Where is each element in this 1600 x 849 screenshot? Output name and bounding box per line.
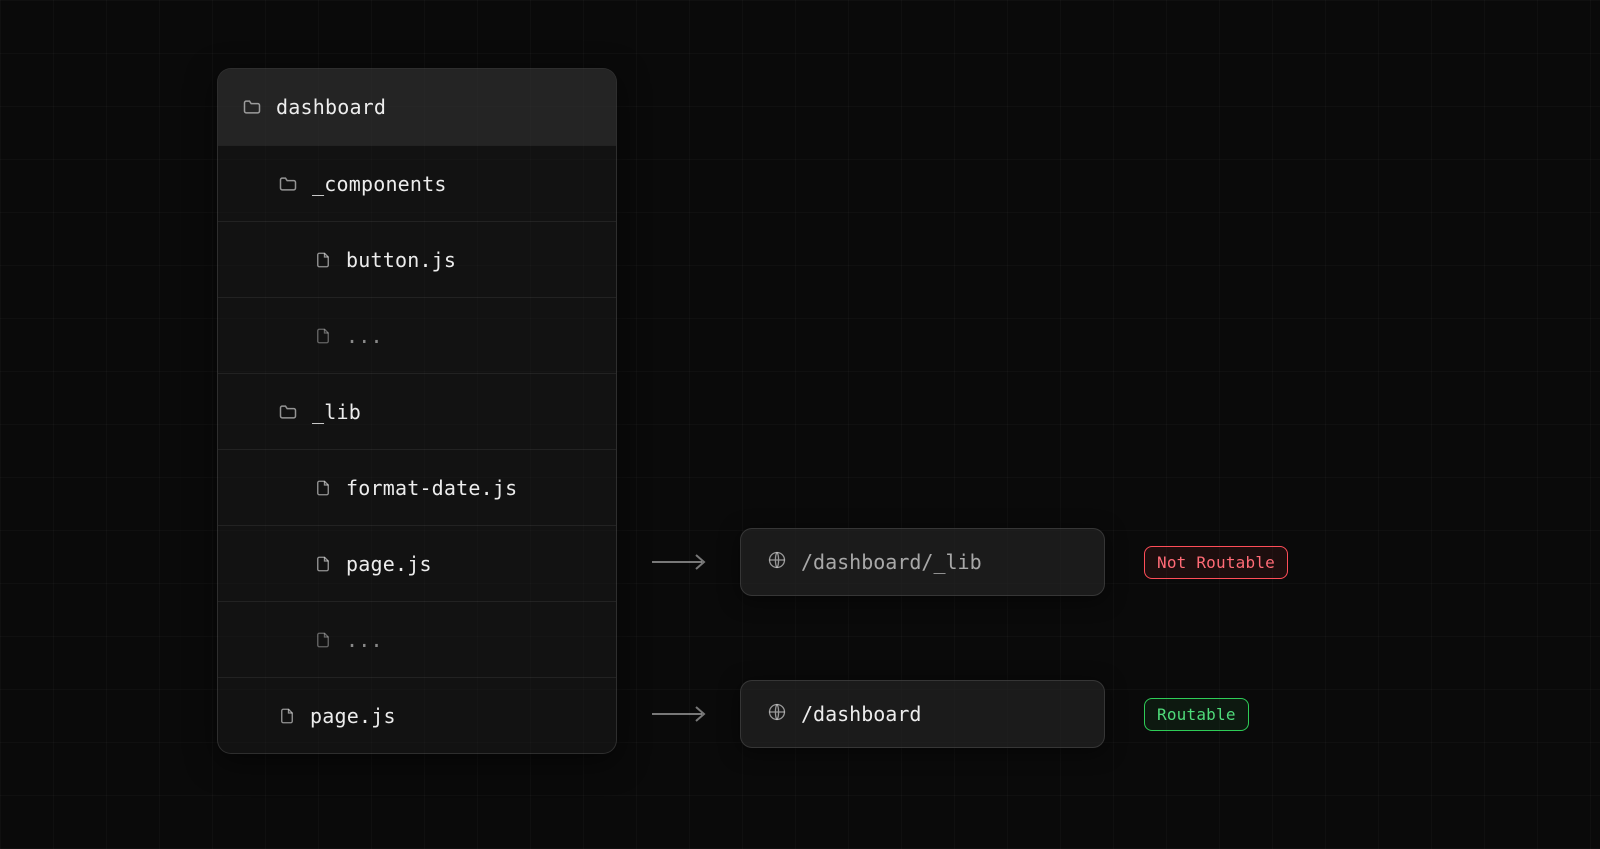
- file-icon: [314, 327, 332, 345]
- status-badge-routable: Routable: [1144, 698, 1249, 731]
- tree-label: button.js: [346, 248, 456, 272]
- arrow-icon: [650, 702, 712, 730]
- badge-label: Not Routable: [1157, 553, 1275, 572]
- file-icon: [314, 251, 332, 269]
- badge-label: Routable: [1157, 705, 1236, 724]
- tree-row-lib: _lib: [218, 373, 616, 449]
- tree-label: _components: [312, 172, 447, 196]
- tree-row-format-date-js: format-date.js: [218, 449, 616, 525]
- tree-label: ...: [346, 628, 383, 652]
- tree-row-button-js: button.js: [218, 221, 616, 297]
- file-icon: [278, 707, 296, 725]
- file-icon: [314, 479, 332, 497]
- folder-icon: [242, 97, 262, 117]
- tree-label: dashboard: [276, 95, 386, 119]
- file-icon: [314, 631, 332, 649]
- arrow-icon: [650, 550, 712, 578]
- tree-label: ...: [346, 324, 383, 348]
- folder-icon: [278, 174, 298, 194]
- status-badge-not-routable: Not Routable: [1144, 546, 1288, 579]
- url-chip-routable: /dashboard: [740, 680, 1105, 748]
- folder-icon: [278, 402, 298, 422]
- url-chip-not-routable: /dashboard/_lib: [740, 528, 1105, 596]
- tree-label: format-date.js: [346, 476, 517, 500]
- tree-label: page.js: [310, 704, 396, 728]
- tree-row-lib-page-js: page.js: [218, 525, 616, 601]
- diagram-canvas: dashboard _components button.js ... _lib: [0, 0, 1600, 849]
- tree-row-dashboard: dashboard: [218, 69, 616, 145]
- url-path: /dashboard/_lib: [801, 550, 982, 574]
- globe-icon: [767, 550, 787, 575]
- tree-row-components: _components: [218, 145, 616, 221]
- tree-row-page-js: page.js: [218, 677, 616, 753]
- url-path: /dashboard: [801, 702, 921, 726]
- tree-label: page.js: [346, 552, 432, 576]
- file-icon: [314, 555, 332, 573]
- tree-label: _lib: [312, 400, 361, 424]
- globe-icon: [767, 702, 787, 727]
- file-tree: dashboard _components button.js ... _lib: [217, 68, 617, 754]
- tree-row-ellipsis: ...: [218, 601, 616, 677]
- tree-row-ellipsis: ...: [218, 297, 616, 373]
